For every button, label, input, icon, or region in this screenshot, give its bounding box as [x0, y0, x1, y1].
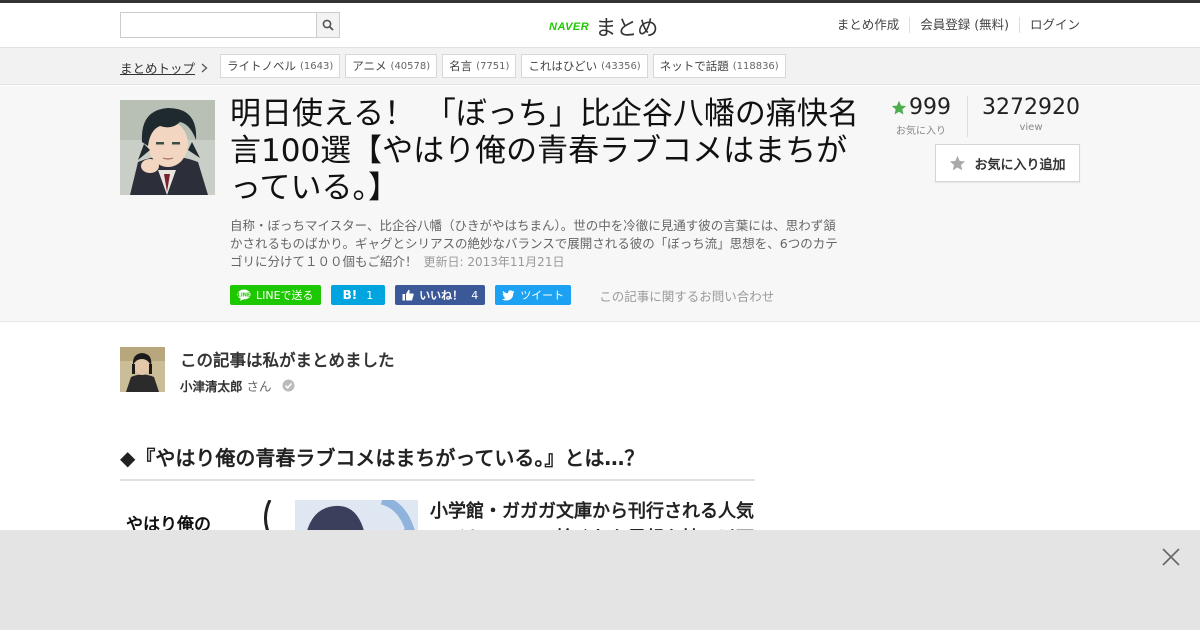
nav-create-matome[interactable]: まとめ作成: [827, 17, 910, 33]
line-icon: LINE: [237, 289, 251, 301]
tag-count: (118836): [732, 60, 779, 72]
author-avatar-illustration: [120, 347, 165, 392]
views-label: view: [1019, 122, 1043, 133]
star-icon: [891, 100, 907, 115]
tag-list: ライトノベル (1643) アニメ (40578) 名言 (7751) これはひどい(…: [220, 54, 786, 78]
logo-brand: NAVER: [549, 21, 590, 33]
facebook-like-count: 4: [471, 288, 479, 302]
tag-anime[interactable]: アニメ (40578): [345, 54, 438, 78]
verified-check-icon: [282, 379, 295, 392]
hatena-bookmark-button[interactable]: B! 1: [330, 285, 386, 305]
author-avatar[interactable]: [120, 347, 165, 392]
close-icon[interactable]: [1160, 546, 1182, 568]
bottom-ad-overlay: [0, 530, 1200, 630]
nav-login[interactable]: ログイン: [1018, 17, 1080, 33]
author-heading: この記事は私がまとめました: [180, 351, 395, 370]
breadcrumb-bar: まとめトップ ライトノベル (1643) アニメ (40578) 名言 (7751) …: [0, 48, 1200, 85]
chevron-right-icon: [201, 63, 208, 72]
author-name-row: 小津清太郎 さん: [180, 376, 580, 395]
tag-terrible[interactable]: これはひどい (43356): [521, 54, 648, 78]
tweet-label: ツイート: [520, 289, 565, 302]
favorites-label: お気に入り: [896, 126, 947, 137]
star-icon: [950, 155, 966, 170]
character-illustration: [120, 100, 215, 195]
tag-light-novel[interactable]: ライトノベル (1643): [220, 54, 341, 78]
tag-label: 名言: [449, 59, 473, 73]
tag-label: これはひどい: [528, 59, 598, 73]
thumbs-up-icon: [402, 289, 414, 301]
line-share-label: LINEで送る: [256, 289, 314, 302]
svg-text:LINE: LINE: [238, 293, 251, 299]
search-box: [120, 12, 340, 38]
search-input[interactable]: [120, 12, 316, 38]
hatena-icon: B!: [342, 288, 358, 302]
twitter-bird-icon: [502, 289, 515, 300]
tag-net-topic[interactable]: ネットで話題 (118836): [652, 54, 786, 78]
updated-date: 更新日: 2013年11月21日: [423, 255, 565, 269]
search-button[interactable]: [316, 12, 340, 38]
article-header: 明日使える！ 「ぼっち」比企谷八幡の痛快名言100選【やはり俺の青春ラブコメはま…: [0, 86, 1200, 322]
author-suffix: さん: [246, 379, 272, 394]
favorites-count: 999: [909, 95, 952, 120]
nav-register[interactable]: 会員登録 (無料): [909, 17, 1019, 33]
tag-label: ライトノベル: [227, 59, 296, 73]
line-share-button[interactable]: LINE LINEで送る: [230, 285, 321, 305]
breadcrumb-label: まとめトップ: [120, 61, 196, 76]
facebook-like-button[interactable]: いいね！ 4: [395, 285, 486, 305]
top-nav: まとめ作成 会員登録 (無料) ログイン: [827, 17, 1080, 33]
views-count: 3272920: [982, 95, 1080, 120]
breadcrumb-matome-top[interactable]: まとめトップ: [120, 58, 208, 77]
top-bar: NAVER まとめ まとめ作成 会員登録 (無料) ログイン: [0, 0, 1200, 48]
article-stats: 999 お気に入り 3272920 view: [891, 96, 1080, 137]
views-stat: 3272920 view: [968, 96, 1080, 137]
inquiry-link[interactable]: この記事に関するお問い合わせ: [599, 286, 774, 305]
tag-label: アニメ: [352, 59, 387, 73]
tag-count: (43356): [601, 60, 641, 72]
add-favorite-button[interactable]: お気に入り追加: [935, 144, 1080, 182]
facebook-like-label: いいね！: [419, 289, 464, 302]
share-buttons: LINE LINEで送る B! 1 いいね！ 4 ツイート この記事に関するお問…: [230, 285, 774, 305]
hatena-count: 1: [366, 288, 374, 302]
section-heading: ◆『やはり俺の青春ラブコメはまちがっている。』とは…？: [120, 442, 755, 481]
author-name[interactable]: 小津清太郎: [180, 376, 243, 395]
tag-count: (7751): [476, 60, 510, 72]
favorites-stat: 999 お気に入り: [891, 95, 969, 137]
article-thumbnail[interactable]: [120, 100, 215, 195]
article-description: 自称・ぼっちマイスター、比企谷八幡（ひきがやはちまん）。世の中を冷徹に見通す彼の…: [230, 217, 848, 271]
add-favorite-label: お気に入り追加: [974, 157, 1066, 173]
logo-service: まとめ: [595, 16, 659, 40]
search-icon: [322, 19, 334, 31]
tag-count: (1643): [300, 60, 334, 72]
tag-quotes[interactable]: 名言 (7751): [442, 54, 517, 78]
article-title: 明日使える！ 「ぼっち」比企谷八幡の痛快名言100選【やはり俺の青春ラブコメはま…: [230, 96, 859, 206]
tweet-button[interactable]: ツイート: [495, 285, 572, 305]
tag-count: (40578): [390, 60, 431, 72]
site-logo[interactable]: NAVER まとめ: [549, 12, 658, 42]
tag-label: ネットで話題: [659, 59, 729, 73]
